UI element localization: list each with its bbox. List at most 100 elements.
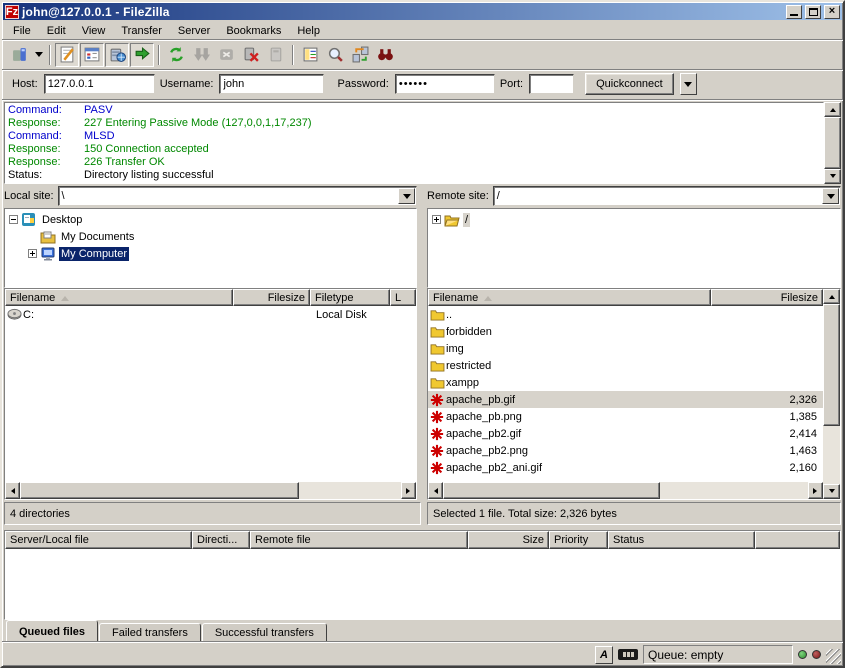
tree-label[interactable]: My Documents [59,230,136,244]
menu-edit[interactable]: Edit [40,22,73,40]
chevron-down-icon[interactable] [398,188,415,204]
expand-icon[interactable] [28,249,37,258]
tab-successful-transfers[interactable]: Successful transfers [202,623,327,641]
tree-item-my-documents[interactable]: My Documents [5,228,416,245]
process-queue-button[interactable] [189,43,213,67]
directory-comparison-button[interactable] [323,43,347,67]
remote-file-row[interactable]: img [428,340,823,357]
column-header-filesize[interactable]: Filesize [233,289,310,306]
menu-help[interactable]: Help [290,22,327,40]
menu-server[interactable]: Server [171,22,217,40]
remote-file-row[interactable]: apache_pb.png1,385 [428,408,823,425]
reconnect-button[interactable] [264,43,288,67]
remote-hscrollbar[interactable] [428,482,823,499]
column-header-priority[interactable]: Priority [549,531,608,549]
column-header-filetype[interactable]: Filetype [310,289,390,306]
menu-transfer[interactable]: Transfer [114,22,169,40]
image-file-icon [428,427,446,441]
column-header-server-local-file[interactable]: Server/Local file [5,531,192,549]
synchronized-browsing-button[interactable] [348,43,372,67]
column-header-direction[interactable]: Directi... [192,531,250,549]
scroll-left-icon[interactable] [428,482,443,499]
port-input[interactable] [529,74,574,94]
remote-vscrollbar[interactable] [823,289,840,499]
quickconnect-button[interactable]: Quickconnect [585,73,674,95]
host-input[interactable] [44,74,155,94]
list-status-row: 4 directories Selected 1 file. Total siz… [2,502,843,525]
remote-file-row[interactable]: restricted [428,357,823,374]
column-header-filename[interactable]: Filename [5,289,233,306]
quickconnect-dropdown[interactable] [680,73,697,95]
tree-item-root[interactable]: / [428,211,840,228]
find-files-button[interactable] [373,43,397,67]
tree-label-selected[interactable]: My Computer [59,247,129,261]
column-header-remote-file[interactable]: Remote file [250,531,468,549]
site-manager-button[interactable] [8,43,32,67]
scroll-right-icon[interactable] [401,482,416,499]
toggle-local-tree-button[interactable] [80,43,104,67]
scroll-down-icon[interactable] [824,169,841,184]
remote-file-row[interactable]: apache_pb2.gif2,414 [428,425,823,442]
menu-view[interactable]: View [75,22,113,40]
scrollbar-thumb[interactable] [824,117,841,169]
scrollbar-thumb[interactable] [443,482,660,499]
log-label: Command: [8,130,84,143]
scrollbar-thumb[interactable] [20,482,299,499]
remote-file-row-selected[interactable]: apache_pb.gif2,326 [428,391,823,408]
tree-item-desktop[interactable]: Desktop [5,211,416,228]
local-file-row[interactable]: C: Local Disk [5,306,416,323]
remote-file-row[interactable]: apache_pb2.png1,463 [428,442,823,459]
chevron-down-icon[interactable] [822,188,839,204]
expand-icon[interactable] [432,215,441,224]
close-button[interactable]: × [824,5,840,19]
username-input[interactable] [219,74,324,94]
column-header-lastmodified[interactable]: L [390,289,416,306]
host-label: Host: [12,78,38,90]
remote-file-row[interactable]: forbidden [428,323,823,340]
toggle-message-log-button[interactable] [55,43,79,67]
scrollbar-thumb[interactable] [823,304,840,426]
password-input[interactable] [395,74,495,94]
log-text: 227 Entering Passive Mode (127,0,0,1,17,… [84,117,311,130]
remote-site-combo[interactable]: / [493,186,841,206]
maximize-button[interactable] [805,5,821,19]
tab-queued-files[interactable]: Queued files [6,620,98,641]
disconnect-button[interactable] [239,43,263,67]
tree-item-my-computer[interactable]: My Computer [5,245,416,262]
scroll-up-icon[interactable] [823,289,840,304]
site-manager-dropdown[interactable] [33,43,45,67]
minimize-button[interactable] [786,5,802,19]
tree-label[interactable]: Desktop [40,213,84,227]
title-bar[interactable]: Fz john@127.0.0.1 - FileZilla × [3,3,842,20]
toggle-remote-tree-button[interactable] [105,43,129,67]
local-list-header: Filename Filesize Filetype L [5,289,416,306]
tab-failed-transfers[interactable]: Failed transfers [99,623,201,641]
local-site-combo[interactable]: \ [58,186,417,206]
toggle-queue-button[interactable] [130,43,154,67]
remote-file-row[interactable]: xampp [428,374,823,391]
directory-filter-button[interactable] [298,43,322,67]
scroll-up-icon[interactable] [824,102,841,117]
log-scrollbar[interactable] [824,102,841,184]
scroll-right-icon[interactable] [808,482,823,499]
file-list-row: Filename Filesize Filetype L C: Local Di… [2,288,843,500]
remote-file-row[interactable]: apache_pb2_ani.gif2,160 [428,459,823,476]
open-folder-icon [444,212,460,227]
refresh-button[interactable] [164,43,188,67]
scroll-left-icon[interactable] [5,482,20,499]
column-header-status[interactable]: Status [608,531,755,549]
resize-grip[interactable] [826,649,841,664]
column-header-size[interactable]: Size [468,531,549,549]
scroll-down-icon[interactable] [823,484,840,499]
remote-file-row[interactable]: .. [428,306,823,323]
column-header-filename[interactable]: Filename [428,289,711,306]
column-header-filesize[interactable]: Filesize [711,289,823,306]
collapse-icon[interactable] [9,215,18,224]
cancel-button[interactable] [214,43,238,67]
local-hscrollbar[interactable] [5,482,416,499]
menu-bookmarks[interactable]: Bookmarks [219,22,288,40]
menu-file[interactable]: File [6,22,38,40]
remote-site-value: / [494,190,821,202]
tree-label-selected-inactive[interactable]: / [463,213,470,227]
image-file-icon [428,461,446,475]
